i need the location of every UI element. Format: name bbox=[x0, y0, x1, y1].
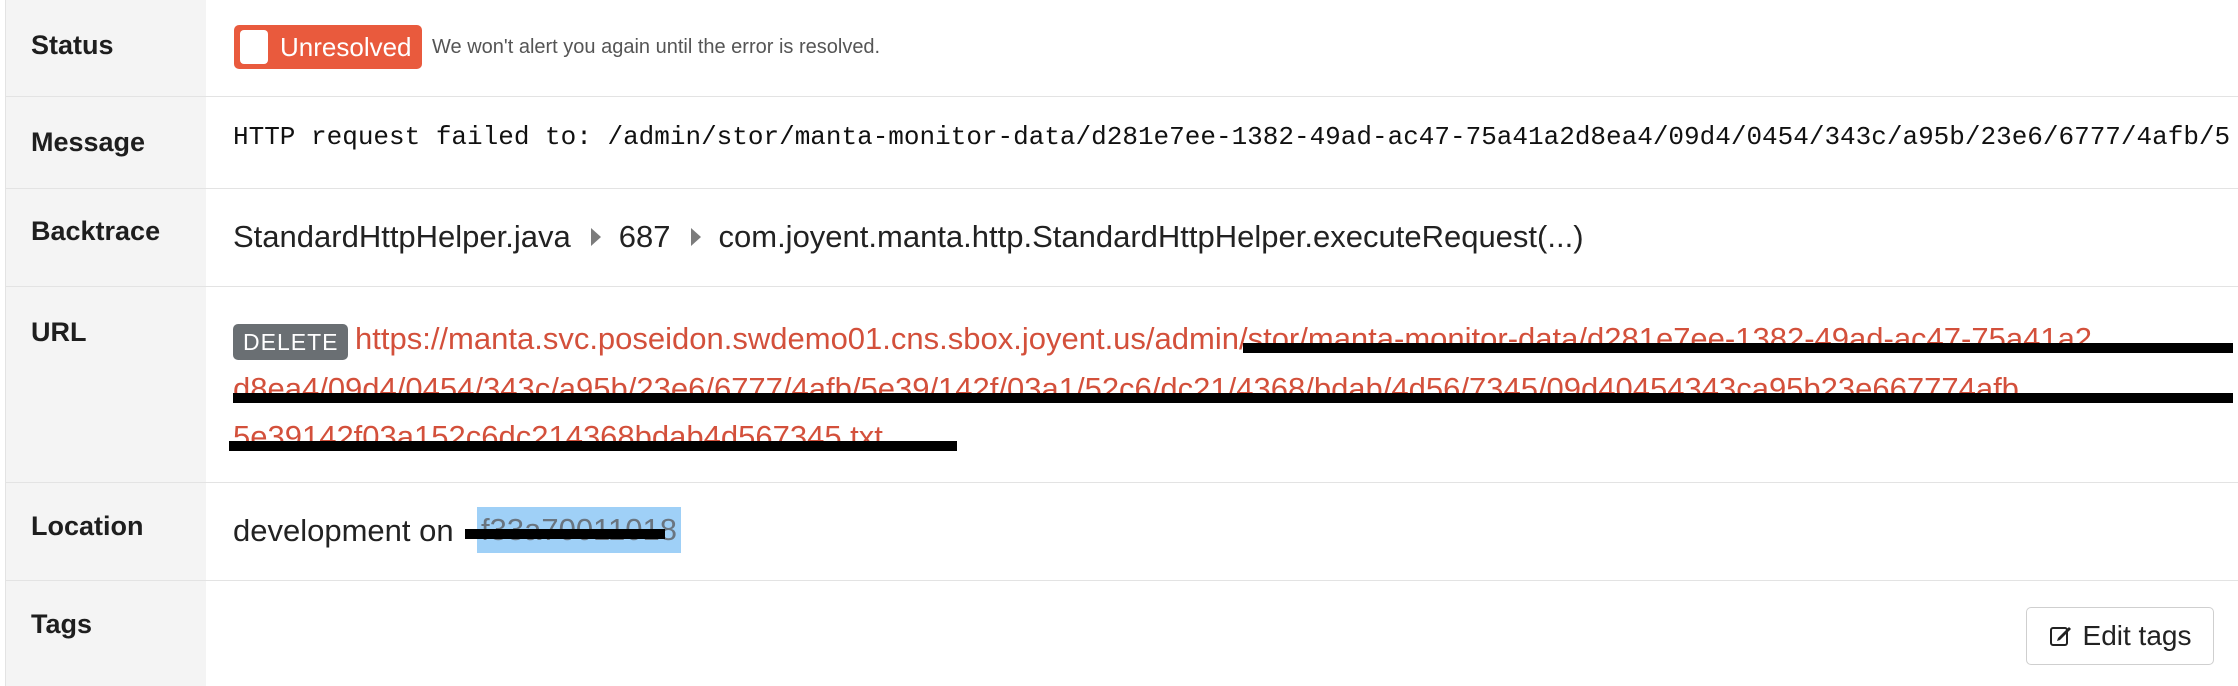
edit-tags-label: Edit tags bbox=[2082, 620, 2192, 651]
redaction-bar bbox=[229, 441, 957, 451]
status-label: Status bbox=[6, 0, 206, 96]
status-value: Unresolved We won't alert you again unti… bbox=[233, 0, 2238, 96]
edit-icon bbox=[2049, 627, 2071, 646]
tags-row: Tags Edit tags bbox=[6, 581, 2238, 686]
redaction-bar bbox=[1243, 343, 2233, 353]
message-value: HTTP request failed to: /admin/stor/mant… bbox=[233, 97, 2238, 188]
status-badge-label: Unresolved bbox=[280, 31, 412, 62]
redaction-bar bbox=[233, 393, 2233, 403]
backtrace-row: Backtrace StandardHttpHelper.java 687 co… bbox=[6, 189, 2238, 287]
error-details-table: Status Unresolved We won't alert you aga… bbox=[5, 0, 2238, 686]
backtrace-value: StandardHttpHelper.java 687 com.joyent.m… bbox=[233, 189, 2238, 286]
caret-right-icon bbox=[690, 228, 701, 246]
location-value: development on f33a70011018 bbox=[233, 483, 2238, 580]
backtrace-line: 687 bbox=[618, 219, 671, 254]
status-row: Status Unresolved We won't alert you aga… bbox=[6, 0, 2238, 97]
message-row: Message HTTP request failed to: /admin/s… bbox=[6, 97, 2238, 189]
message-label: Message bbox=[6, 97, 206, 188]
location-environment: development on bbox=[233, 513, 454, 548]
toggle-knob[interactable] bbox=[240, 30, 268, 64]
resolve-toggle[interactable]: Unresolved bbox=[234, 25, 422, 69]
location-row: Location development on f33a70011018 bbox=[6, 483, 2238, 581]
backtrace-method: com.joyent.manta.http.StandardHttpHelper… bbox=[718, 219, 1584, 254]
location-label: Location bbox=[6, 483, 206, 580]
message-text: HTTP request failed to: /admin/stor/mant… bbox=[233, 122, 2231, 152]
status-note: We won't alert you again until the error… bbox=[432, 36, 881, 58]
backtrace-frame[interactable]: StandardHttpHelper.java 687 com.joyent.m… bbox=[233, 219, 1584, 255]
url-label: URL bbox=[6, 287, 206, 482]
url-row: URL DELETE https://manta.svc.poseidon.sw… bbox=[6, 287, 2238, 483]
caret-right-icon bbox=[590, 228, 601, 246]
backtrace-label: Backtrace bbox=[6, 189, 206, 286]
tags-label: Tags bbox=[6, 581, 206, 686]
url-value: DELETE https://manta.svc.poseidon.swdemo… bbox=[229, 287, 2238, 482]
tags-value: Edit tags bbox=[233, 581, 2238, 686]
redaction-bar bbox=[465, 529, 665, 539]
edit-tags-button[interactable]: Edit tags bbox=[2026, 607, 2214, 665]
backtrace-file: StandardHttpHelper.java bbox=[233, 219, 571, 254]
http-method-badge: DELETE bbox=[233, 324, 349, 360]
